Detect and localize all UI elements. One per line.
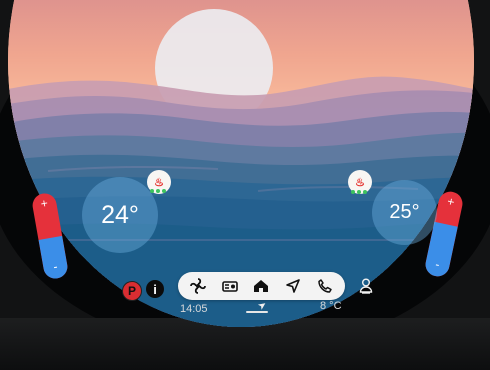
left-plus-label: + (39, 195, 49, 212)
navigation-button[interactable] (281, 275, 305, 297)
bottom-dock (178, 272, 345, 300)
left-seat-heater-level (150, 189, 168, 193)
climate-overlay: + - + - 24° 25° ♨ ♨ P i 14:05 ➤ 8 °C (0, 0, 490, 370)
phone-button[interactable] (313, 275, 337, 297)
clock-time: 14:05 (180, 303, 208, 315)
right-plus-label: + (445, 194, 456, 210)
parking-brake-icon: P (127, 284, 136, 298)
outside-temperature: 8 °C (320, 300, 342, 312)
fan-icon (189, 278, 206, 294)
fan-button[interactable] (186, 275, 210, 297)
profile-button[interactable] (356, 276, 376, 296)
seat-heater-icon: ♨ (355, 176, 365, 189)
info-icon: i (153, 281, 157, 297)
home-button[interactable] (249, 275, 273, 297)
profile-icon (359, 278, 373, 294)
radio-button[interactable] (218, 275, 242, 297)
phone-icon (318, 279, 332, 293)
right-temperature-display[interactable]: 25° (372, 180, 437, 245)
info-button[interactable]: i (146, 280, 164, 298)
navigation-icon (286, 279, 301, 293)
parking-brake-indicator: P (122, 281, 142, 301)
home-indicator (246, 311, 268, 313)
seat-heater-icon: ♨ (154, 176, 164, 189)
left-temperature-display[interactable]: 24° (82, 177, 158, 253)
right-temperature-value: 25° (389, 201, 420, 223)
radio-icon (221, 281, 238, 292)
home-icon (254, 280, 269, 292)
left-temperature-slider[interactable]: + - (30, 191, 70, 281)
right-seat-heater-level (351, 190, 369, 194)
left-temperature-value: 24° (101, 200, 139, 229)
navigation-status-icon: ➤ (256, 298, 270, 313)
